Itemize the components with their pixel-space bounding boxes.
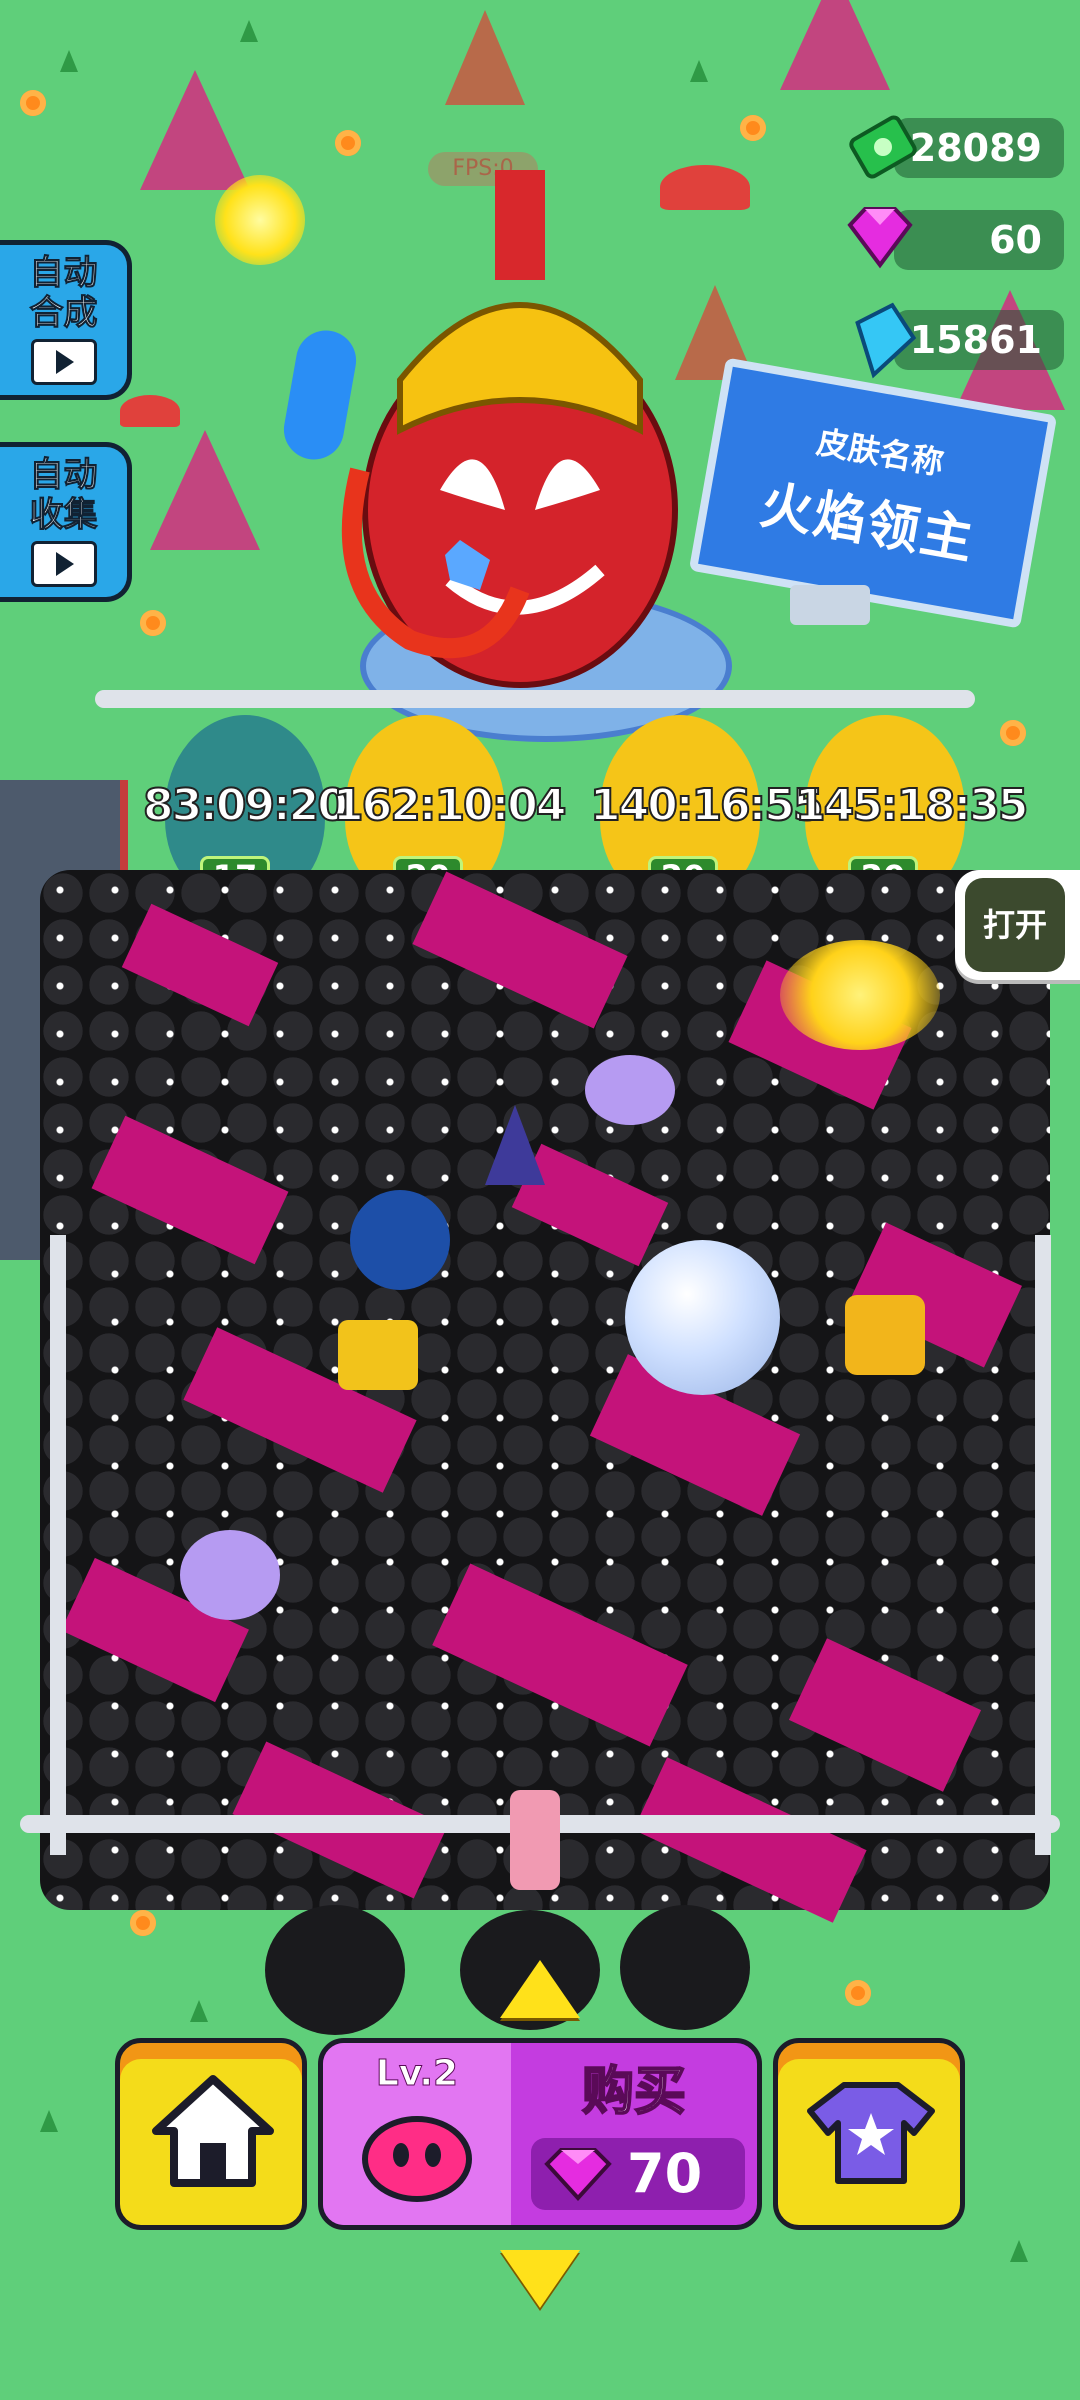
brown-tree-decoration xyxy=(445,10,525,105)
home-icon xyxy=(152,2075,274,2187)
grass-decoration xyxy=(240,20,258,42)
flower-decoration xyxy=(20,90,46,116)
pink-tree-decoration xyxy=(150,430,260,550)
magenta-tile xyxy=(91,1115,289,1265)
magenta-tile xyxy=(121,903,279,1027)
mushroom-decoration xyxy=(120,395,180,427)
auto-merge-button[interactable]: 自动 合成 xyxy=(0,240,132,400)
blue-crystal-icon xyxy=(848,300,918,379)
magenta-tile xyxy=(412,871,628,1029)
flame-lord-boss-character[interactable] xyxy=(330,170,710,710)
open-button[interactable]: 打开 xyxy=(955,870,1080,980)
cash-counter: 28089 xyxy=(894,118,1064,178)
crystal-value: 15861 xyxy=(909,318,1042,362)
egg-timer: 83:09:20 xyxy=(142,779,349,832)
crystal-orb-item[interactable] xyxy=(625,1240,780,1395)
grass-decoration xyxy=(40,2110,58,2132)
purple-slime-item[interactable] xyxy=(585,1055,675,1125)
gem-value: 60 xyxy=(989,218,1042,262)
skin-shop-button[interactable] xyxy=(773,2038,965,2230)
pink-slime-icon xyxy=(362,2116,472,2202)
open-button-label: 打开 xyxy=(965,878,1065,972)
cash-value: 28089 xyxy=(909,126,1042,170)
grass-decoration xyxy=(690,60,708,82)
scroll-down-arrow-icon[interactable] xyxy=(500,2250,580,2308)
golden-helmet-item[interactable] xyxy=(845,1295,925,1375)
auto-collect-label-line2: 收集 xyxy=(29,495,98,536)
crystal-counter: 15861 xyxy=(894,310,1064,370)
fairy-light-icon xyxy=(215,175,305,265)
flower-decoration xyxy=(1000,720,1026,746)
flower-decoration xyxy=(140,610,166,636)
purple-slime-item[interactable] xyxy=(180,1530,280,1620)
pink-gem-icon xyxy=(840,203,913,273)
auto-merge-label-line2: 合成 xyxy=(29,293,98,334)
magenta-tile xyxy=(432,1563,688,1747)
video-ad-icon xyxy=(30,541,97,587)
black-slime-character[interactable] xyxy=(620,1905,750,2030)
buy-slime-button[interactable]: Lv.2 购买 70 xyxy=(318,2038,762,2230)
slime-level-label: Lv.2 xyxy=(375,2053,459,2095)
blue-shield-item[interactable] xyxy=(350,1190,450,1290)
price-panel: 70 xyxy=(531,2138,745,2210)
auto-merge-label-line1: 自动 xyxy=(29,253,98,294)
wizard-hat-item[interactable] xyxy=(485,1105,545,1185)
pink-gem-icon xyxy=(544,2148,612,2201)
fence-post xyxy=(50,1235,66,1855)
magenta-tile xyxy=(788,1638,982,1792)
sparkle-effect xyxy=(780,940,940,1050)
fence-post xyxy=(1035,1235,1051,1855)
cash-stack-icon xyxy=(848,112,918,182)
tshirt-icon xyxy=(807,2082,935,2184)
egg-timer: 162:10:04 xyxy=(332,779,567,832)
flower-decoration xyxy=(740,115,766,141)
scroll-up-arrow-icon[interactable] xyxy=(500,1960,580,2018)
grass-decoration xyxy=(190,2000,208,2022)
fence-rail xyxy=(95,690,975,708)
flower-decoration xyxy=(845,1980,871,2006)
home-button[interactable] xyxy=(115,2038,307,2230)
sign-stand xyxy=(790,585,870,625)
flower-decoration xyxy=(130,1910,156,1936)
magenta-tile xyxy=(633,1757,867,1923)
golden-helmet-item[interactable] xyxy=(338,1320,418,1390)
grass-decoration xyxy=(60,50,78,72)
egg-timer: 140:16:55 xyxy=(589,779,824,832)
auto-collect-label-line1: 自动 xyxy=(29,455,98,496)
egg-timer: 145:18:35 xyxy=(794,779,1029,832)
pink-tree-decoration xyxy=(780,0,890,90)
pink-tree-decoration xyxy=(140,70,250,190)
video-ad-icon xyxy=(30,339,97,385)
pink-bone-decoration xyxy=(510,1790,560,1890)
buy-price: 70 xyxy=(627,2142,703,2205)
buy-label: 购买 xyxy=(581,2061,687,2123)
black-slime-character[interactable] xyxy=(265,1905,405,2035)
auto-collect-button[interactable]: 自动 收集 xyxy=(0,442,132,602)
flower-decoration xyxy=(335,130,361,156)
grass-decoration xyxy=(1010,2240,1028,2262)
